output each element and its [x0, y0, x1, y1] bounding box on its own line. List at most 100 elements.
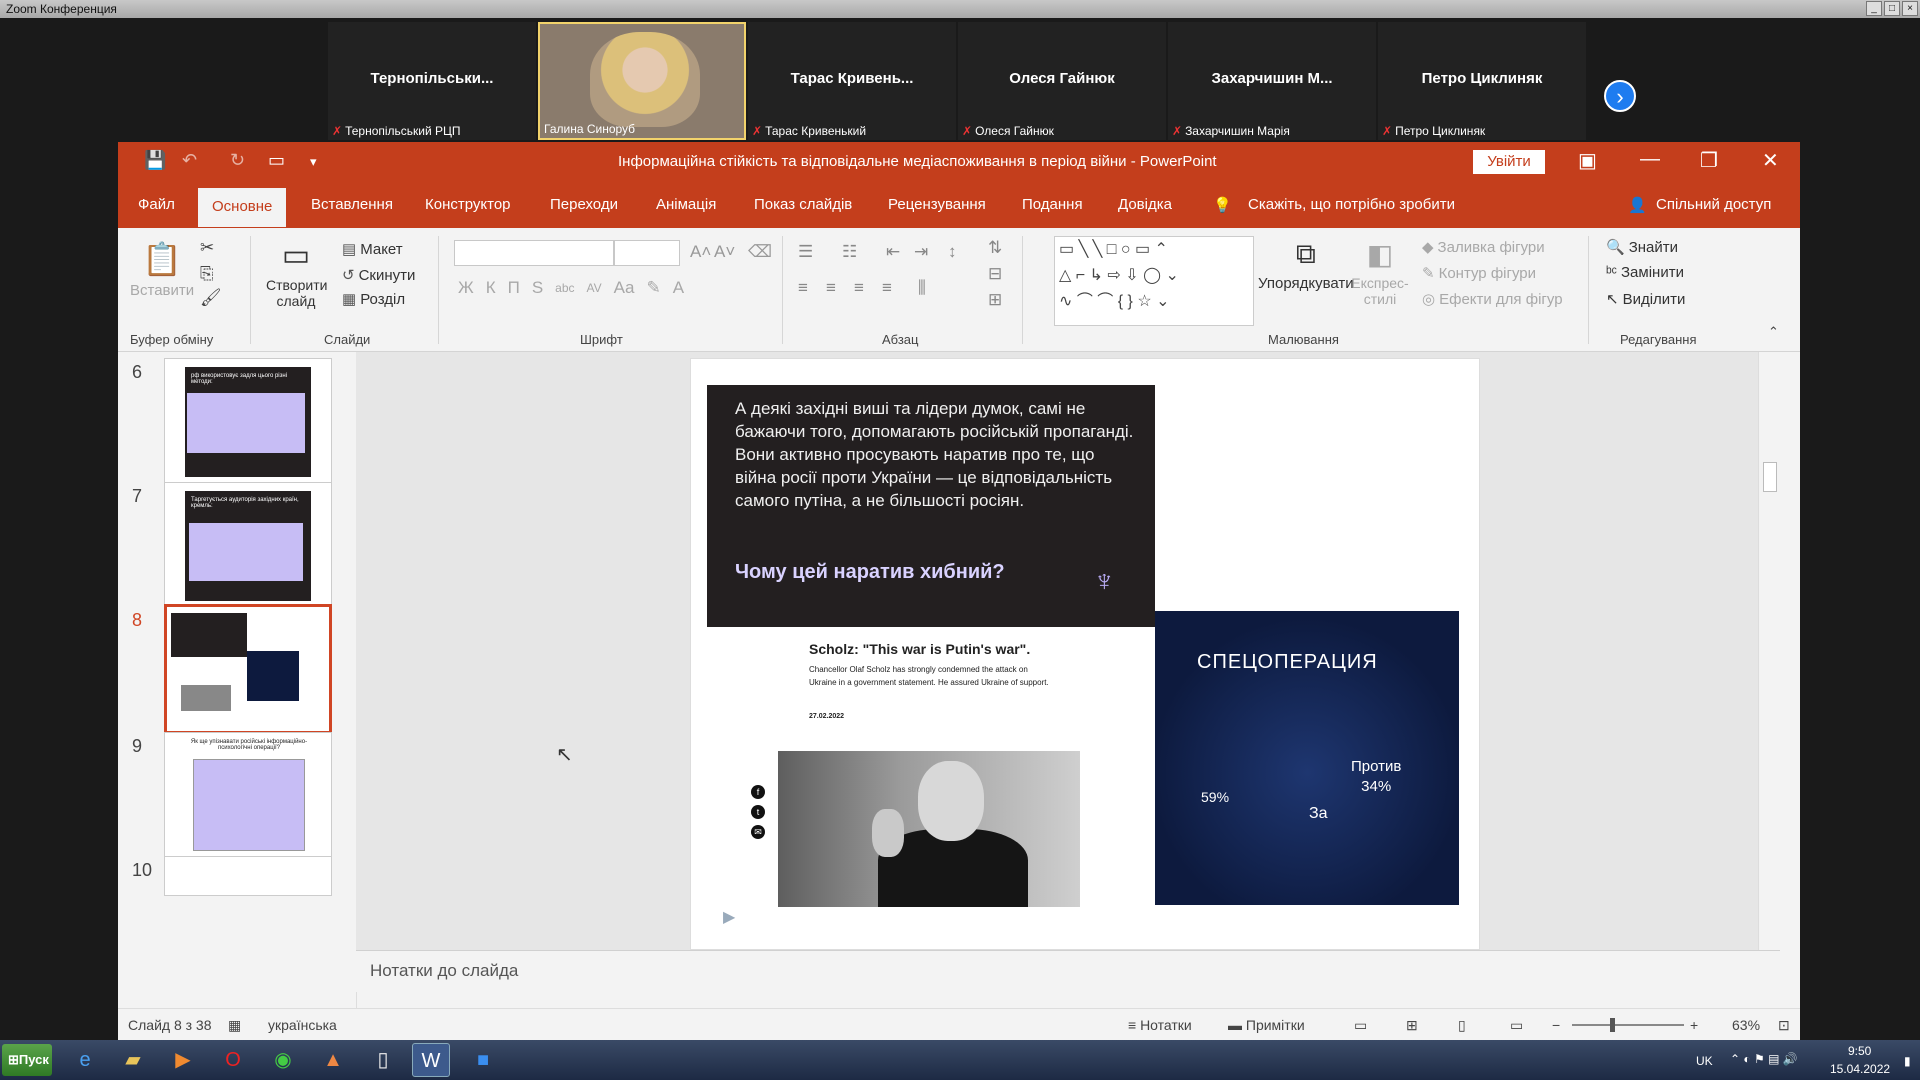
italic-button[interactable]: К [486, 278, 496, 298]
start-slideshow-icon[interactable]: ▭ [268, 150, 285, 171]
keyboard-language[interactable]: UK [1696, 1054, 1713, 1068]
bullets-icon[interactable]: ☰ [798, 242, 813, 262]
line-spacing-icon[interactable]: ↕ [948, 242, 957, 262]
smartart-icon[interactable]: ⊞ [988, 290, 1002, 310]
participant-tile-active[interactable]: Галина Синоруб [538, 22, 746, 140]
reading-view-icon[interactable]: ▯ [1458, 1017, 1466, 1034]
close-button[interactable]: ✕ [1762, 148, 1779, 173]
section-button[interactable]: ▦ Розділ [342, 290, 405, 309]
tab-animations[interactable]: Анімація [656, 196, 716, 213]
slide-thumbnail[interactable] [164, 856, 332, 896]
slide-thumbnail-selected[interactable] [164, 604, 332, 734]
normal-view-icon[interactable]: ▭ [1354, 1017, 1367, 1034]
tray-icons[interactable]: ⌃ ◐ ⚑ ▤ 🔊 [1730, 1052, 1798, 1066]
underline-button[interactable]: П [508, 278, 520, 298]
share-button[interactable]: Спільний доступ [1656, 196, 1771, 213]
propaganda-cartoon-image[interactable]: СПЕЦОПЕРАЦИЯ Против 34% 59% За [1155, 611, 1459, 905]
slide-sorter-icon[interactable]: ⊞ [1406, 1017, 1418, 1034]
tab-slideshow[interactable]: Показ слайдів [754, 196, 852, 213]
align-left-icon[interactable]: ≡ [798, 278, 808, 298]
sign-in-button[interactable]: Увійти [1473, 150, 1545, 174]
maximize-button[interactable]: □ [1884, 1, 1900, 16]
zoom-slider[interactable] [1572, 1018, 1684, 1032]
shadow-button[interactable]: S [532, 278, 543, 298]
align-right-icon[interactable]: ≡ [854, 278, 864, 298]
shapes-gallery[interactable]: ▭ ╲ ╲ □ ○ ▭ ⌃ △ ⌐ ↳ ⇨ ⇩ ◯ ⌄ ∿ ⌒ ⌒ { } ☆ ⌄ [1054, 236, 1254, 326]
customize-toolbar-icon[interactable]: ▾ [310, 154, 317, 170]
shape-effects-button[interactable]: ◎ Ефекти для фігур [1422, 290, 1563, 309]
chrome-icon[interactable]: ◉ [264, 1043, 302, 1077]
find-button[interactable]: 🔍 Знайти [1606, 238, 1678, 257]
start-button[interactable]: ⊞Пуск [2, 1044, 52, 1076]
paste-button[interactable]: 📋 Вставити [130, 240, 194, 299]
media-player-icon[interactable]: ▶ [164, 1043, 202, 1077]
slide-thumbnail[interactable]: рф використовує задля цього різні методи… [164, 358, 332, 484]
slide-thumbnail[interactable]: Як ще упізнавати російські інформаційно-… [164, 732, 332, 858]
notes-toggle-button[interactable]: ≡ Нотатки [1128, 1017, 1192, 1033]
fit-slide-icon[interactable]: ⊡ [1778, 1017, 1790, 1034]
cut-icon[interactable]: ✂ [200, 238, 214, 258]
participant-tile[interactable]: Тернопільськи... ✗ Тернопільський РЦП [328, 22, 536, 140]
reset-button[interactable]: ↺ Скинути [342, 266, 415, 285]
tab-home[interactable]: Основне [198, 188, 287, 227]
zoom-in-icon[interactable]: + [1690, 1017, 1698, 1033]
select-button[interactable]: ↖ Виділити [1606, 290, 1685, 309]
tab-review[interactable]: Рецензування [888, 196, 986, 213]
participant-tile[interactable]: Олеся Гайнюк ✗ Олеся Гайнюк [958, 22, 1166, 140]
columns-icon[interactable]: ⫼ [918, 278, 926, 298]
justify-icon[interactable]: ≡ [882, 278, 892, 298]
restore-button[interactable]: ❐ [1700, 148, 1718, 173]
narrative-text-box[interactable]: А деякі західні виші та лідери думок, са… [707, 385, 1155, 627]
opera-icon[interactable]: O [214, 1043, 252, 1077]
notes-pane[interactable]: Нотатки до слайда [356, 950, 1780, 992]
tab-view[interactable]: Подання [1022, 196, 1083, 213]
font-name-select[interactable] [454, 240, 614, 266]
canvas-scrollbar[interactable] [1758, 352, 1780, 950]
slideshow-view-icon[interactable]: ▭ [1510, 1017, 1523, 1034]
layout-button[interactable]: ▤ Макет [342, 240, 403, 259]
file-explorer-icon[interactable]: ▰ [114, 1043, 152, 1077]
bold-button[interactable]: Ж [458, 278, 474, 298]
scholz-photo[interactable] [778, 751, 1080, 907]
slide[interactable]: А деякі західні виші та лідери думок, са… [690, 358, 1480, 950]
format-painter-icon[interactable]: 🖌 [200, 288, 222, 308]
increase-indent-icon[interactable]: ⇥ [914, 242, 928, 262]
decrease-indent-icon[interactable]: ⇤ [886, 242, 900, 262]
close-button[interactable]: × [1902, 1, 1918, 16]
show-desktop-icon[interactable]: ▮ [1904, 1054, 1911, 1068]
change-case-button[interactable]: Aa [614, 278, 635, 298]
participant-tile[interactable]: Тарас Кривень... ✗ Тарас Кривенький [748, 22, 956, 140]
chevron-right-icon[interactable]: › [1604, 80, 1636, 112]
grow-font-icon[interactable]: A˄ [690, 242, 711, 262]
participant-tile[interactable]: Захарчишин М... ✗ Захарчишин Марія [1168, 22, 1376, 140]
tab-file[interactable]: Файл [138, 196, 175, 213]
align-center-icon[interactable]: ≡ [826, 278, 836, 298]
reader-icon[interactable]: ▲ [314, 1043, 352, 1077]
strikethrough-button[interactable]: abc [555, 281, 574, 295]
participant-tile[interactable]: Петро Циклиняк ✗ Петро Циклиняк [1378, 22, 1586, 140]
document-icon[interactable]: ▯ [364, 1043, 402, 1077]
shrink-font-icon[interactable]: A˅ [714, 242, 735, 262]
zoom-out-icon[interactable]: − [1552, 1017, 1560, 1033]
comments-toggle-button[interactable]: ▬ Примітки [1228, 1017, 1305, 1033]
minimize-button[interactable]: — [1640, 148, 1660, 171]
zoom-app-icon[interactable]: ■ [464, 1043, 502, 1077]
arrange-button[interactable]: ⧉ Упорядкувати [1258, 238, 1354, 292]
new-slide-button[interactable]: ▭ Створити слайд [266, 238, 327, 309]
word-icon[interactable]: W [412, 1043, 450, 1077]
replace-button[interactable]: ᵇᶜ Замінити [1606, 264, 1684, 281]
align-text-icon[interactable]: ⊟ [988, 264, 1002, 284]
font-color-icon[interactable]: A [673, 278, 684, 298]
slide-thumbnail[interactable]: Таргетується аудиторія західних країн, к… [164, 482, 332, 608]
tell-me-input[interactable]: Скажіть, що потрібно зробити [1248, 196, 1455, 213]
font-size-select[interactable] [614, 240, 680, 266]
tab-insert[interactable]: Вставлення [311, 196, 393, 213]
tab-design[interactable]: Конструктор [425, 196, 511, 213]
tab-transitions[interactable]: Переходи [550, 196, 618, 213]
collapse-ribbon-icon[interactable]: ⌃ [1768, 324, 1779, 340]
highlight-icon[interactable]: ✎ [646, 278, 660, 298]
minimize-button[interactable]: _ [1866, 1, 1882, 16]
language-indicator[interactable]: українська [268, 1017, 337, 1033]
text-direction-icon[interactable]: ⇅ [988, 238, 1002, 258]
tab-help[interactable]: Довідка [1118, 196, 1172, 213]
